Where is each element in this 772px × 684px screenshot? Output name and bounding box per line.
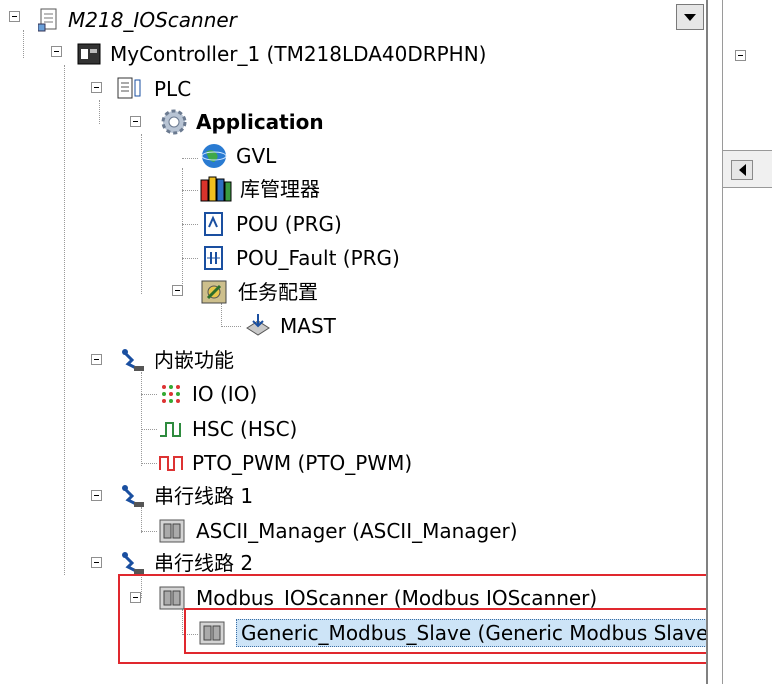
manager-icon xyxy=(158,517,188,545)
task-config-icon xyxy=(200,278,230,306)
tree-label-controller: MyController_1 (TM218LDA40DRPHN) xyxy=(110,42,487,66)
embedded-functions-icon xyxy=(120,347,146,373)
scroll-left-button[interactable] xyxy=(731,160,753,180)
tree-label-pto: PTO_PWM (PTO_PWM) xyxy=(192,451,413,475)
io-icon xyxy=(158,381,184,407)
expander-root[interactable] xyxy=(9,11,20,22)
tree-label-ascii: ASCII_Manager (ASCII_Manager) xyxy=(196,519,518,543)
tree-label-io: IO (IO) xyxy=(192,382,258,406)
tree-label-hsc: HSC (HSC) xyxy=(192,417,298,441)
tree-label-task-config: 任务配置 xyxy=(238,280,318,304)
tree-label-pou-fault: POU_Fault (PRG) xyxy=(236,246,400,270)
chevron-left-icon xyxy=(738,164,746,176)
expander-serial1[interactable] xyxy=(91,490,102,501)
plc-icon xyxy=(116,76,146,102)
expander-right[interactable] xyxy=(735,50,746,61)
pane-splitter[interactable] xyxy=(706,0,722,684)
tree-label-gvl: GVL xyxy=(236,144,277,168)
tree-item-mast[interactable]: MAST xyxy=(244,311,336,341)
hsc-pulse-icon xyxy=(158,416,184,442)
tree-item-task-config[interactable]: 任务配置 xyxy=(200,277,318,307)
expander-serial2[interactable] xyxy=(91,557,102,568)
pto-pulse-icon xyxy=(158,450,184,476)
tree-item-plc[interactable]: PLC xyxy=(116,74,191,104)
expander-controller[interactable] xyxy=(51,46,62,57)
tree-label-mast: MAST xyxy=(280,314,336,338)
tree-item-io[interactable]: IO (IO) xyxy=(158,379,257,409)
tree-item-gvl[interactable]: GVL xyxy=(200,141,276,171)
tree-label-application: Application xyxy=(196,110,324,134)
right-pane xyxy=(722,0,772,684)
tree-label-plc: PLC xyxy=(154,77,192,101)
expander-embedded[interactable] xyxy=(91,354,102,365)
tree-label-library-manager: 库管理器 xyxy=(240,177,320,201)
expander-plc[interactable] xyxy=(91,82,102,93)
serial-line-icon-2 xyxy=(120,550,146,576)
tree-item-pou-fault[interactable]: POU_Fault (PRG) xyxy=(200,243,400,273)
tree-label-root: M218_IOScanner xyxy=(68,8,237,32)
chevron-down-icon xyxy=(684,13,696,21)
tree-item-library-manager[interactable]: 库管理器 xyxy=(200,174,320,204)
tree-label-pou: POU (PRG) xyxy=(236,212,342,236)
expander-application[interactable] xyxy=(130,116,141,127)
tree-label-serial1: 串行线路 1 xyxy=(154,484,254,508)
controller-icon xyxy=(76,41,102,67)
tree-item-application[interactable]: Application xyxy=(160,107,324,137)
horizontal-scrollbar[interactable] xyxy=(723,150,772,188)
tree-item-ascii[interactable]: ASCII_Manager (ASCII_Manager) xyxy=(158,516,518,546)
globe-icon xyxy=(200,142,228,170)
dropdown-button[interactable] xyxy=(676,4,704,30)
tree-item-pto[interactable]: PTO_PWM (PTO_PWM) xyxy=(158,448,412,478)
project-icon xyxy=(37,8,60,32)
tree-item-embedded[interactable]: 内嵌功能 xyxy=(120,345,234,375)
tree-item-root[interactable]: M218_IOScanner xyxy=(37,5,237,35)
tree-item-hsc[interactable]: HSC (HSC) xyxy=(158,414,297,444)
task-icon xyxy=(244,312,272,340)
gear-icon xyxy=(160,108,188,136)
serial-line-icon xyxy=(120,483,146,509)
tree-item-serial1[interactable]: 串行线路 1 xyxy=(120,481,253,511)
tree-item-pou[interactable]: POU (PRG) xyxy=(200,209,342,239)
tree-label-embedded: 内嵌功能 xyxy=(154,348,234,372)
device-tree-pane: M218_IOScanner MyController_1 (TM218LDA4… xyxy=(0,0,748,684)
pou-icon xyxy=(200,210,228,238)
pou-ladder-icon xyxy=(200,244,228,272)
highlight-box-inner xyxy=(184,608,718,654)
tree-item-controller[interactable]: MyController_1 (TM218LDA40DRPHN) xyxy=(76,39,486,69)
expander-task-config[interactable] xyxy=(172,285,183,296)
library-icon xyxy=(200,175,232,203)
